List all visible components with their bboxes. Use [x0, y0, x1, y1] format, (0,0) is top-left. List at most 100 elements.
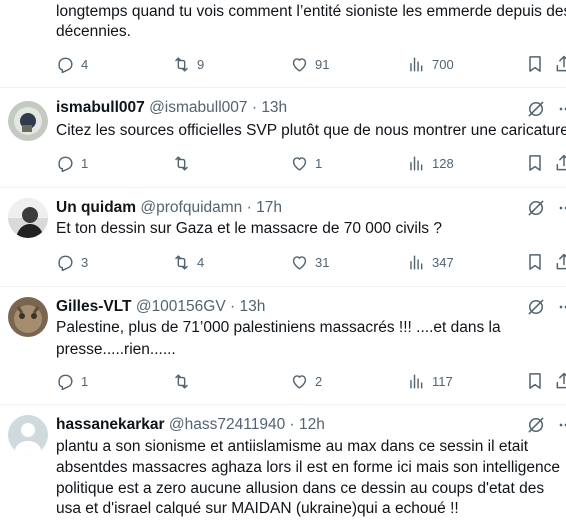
divider: [0, 286, 566, 287]
repost-icon: [175, 373, 188, 389]
tweet-header: Un quidam @profquidamn · 17h: [56, 198, 282, 218]
tweet-text-line: Palestine, plus de 71’000 palestiniens m…: [56, 319, 501, 336]
author-handle[interactable]: @ismabull007: [149, 99, 247, 116]
grok-icon[interactable]: [526, 99, 546, 119]
reply-button[interactable]: 1: [56, 153, 88, 173]
views-icon: [410, 373, 423, 389]
more-icon[interactable]: [556, 99, 566, 119]
tweet-time[interactable]: 17h: [256, 199, 282, 216]
reply-icon: [58, 156, 73, 172]
tweet-text-line: Et ton dessin sur Gaza et le massacre de…: [56, 220, 442, 237]
share-icon[interactable]: [554, 153, 566, 173]
tweet-time[interactable]: 12h: [299, 416, 325, 433]
repost-button[interactable]: 4: [172, 252, 204, 272]
like-button[interactable]: 91: [290, 54, 329, 74]
share-icon[interactable]: [554, 252, 566, 272]
views-count: 117: [432, 373, 453, 389]
like-count: 2: [315, 373, 323, 389]
bookmark-icon[interactable]: [525, 252, 545, 272]
views-count: 347: [432, 254, 454, 270]
separator-dot: ·: [251, 99, 257, 116]
heart-icon: [292, 156, 307, 171]
views-button[interactable]: 700: [407, 54, 454, 74]
heart-icon: [292, 255, 307, 270]
repost-icon: [175, 254, 188, 270]
repost-count: 9: [197, 56, 205, 72]
repost-icon: [175, 56, 188, 72]
separator-dot: ·: [246, 199, 252, 216]
like-count: 91: [315, 56, 330, 72]
repost-button[interactable]: [172, 153, 197, 173]
tweet-header: hassanekarkar @hass72411940 · 12h: [56, 415, 325, 435]
grok-icon[interactable]: [526, 415, 546, 435]
bookmark-icon[interactable]: [525, 54, 545, 74]
more-icon[interactable]: [556, 415, 566, 435]
tweet-text-line: absentdes massacres aghaza lors il est e…: [56, 459, 560, 476]
repost-count: 4: [197, 254, 205, 270]
separator-dot: ·: [230, 298, 236, 315]
separator-dot: ·: [289, 416, 295, 433]
author-handle[interactable]: @profquidamn: [140, 199, 242, 216]
tweet-text-line: presse.....rien......: [56, 341, 176, 358]
share-icon[interactable]: [554, 54, 566, 74]
tweet-header: ismabull007 @ismabull007 · 13h: [56, 98, 287, 118]
more-icon[interactable]: [556, 297, 566, 317]
avatar[interactable]: [8, 198, 48, 238]
reply-button[interactable]: 4: [56, 54, 88, 74]
divider: [0, 187, 566, 188]
tweet-text-line: plantu a son sionisme et antiislamisme a…: [56, 438, 529, 455]
reply-count: 3: [81, 254, 89, 270]
author-name[interactable]: Un quidam: [56, 199, 136, 216]
reply-button[interactable]: 3: [56, 252, 88, 272]
author-name[interactable]: Gilles-VLT: [56, 298, 132, 315]
bookmark-icon[interactable]: [525, 153, 545, 173]
reply-count: 4: [81, 56, 89, 72]
grok-icon[interactable]: [526, 198, 546, 218]
tweet-time[interactable]: 13h: [239, 298, 265, 315]
author-name[interactable]: ismabull007: [56, 99, 145, 116]
heart-icon: [292, 57, 307, 72]
repost-button[interactable]: [172, 371, 197, 391]
views-icon: [410, 254, 423, 270]
views-icon: [410, 155, 423, 171]
avatar[interactable]: [8, 297, 48, 337]
grok-icon[interactable]: [526, 297, 546, 317]
tweet-text-line: longtemps quand tu vois comment l’entité…: [56, 3, 566, 20]
like-count: 31: [315, 254, 330, 270]
heart-icon: [292, 374, 307, 389]
like-button[interactable]: 2: [290, 371, 322, 391]
tweet-header: Gilles-VLT @100156GV · 13h: [56, 297, 265, 317]
like-button[interactable]: 1: [290, 153, 322, 173]
more-icon[interactable]: [556, 198, 566, 218]
tweet-text-line: usa et d'israel calqué sur MAIDAN (ukrai…: [56, 500, 459, 517]
like-button[interactable]: 31: [290, 252, 329, 272]
reply-count: 1: [81, 155, 89, 171]
reply-icon: [58, 374, 73, 390]
like-count: 1: [315, 155, 323, 171]
author-handle[interactable]: @hass72411940: [169, 416, 285, 433]
reply-count: 1: [81, 373, 89, 389]
views-count: 128: [432, 155, 454, 171]
divider: [0, 404, 566, 405]
divider: [0, 87, 566, 88]
reply-button[interactable]: 1: [56, 371, 88, 391]
tweet-time[interactable]: 13h: [261, 99, 287, 116]
tweet-text-line: décennies.: [56, 23, 131, 40]
views-count: 700: [432, 56, 454, 72]
repost-icon: [175, 155, 188, 171]
avatar[interactable]: [8, 101, 48, 141]
reply-icon: [58, 255, 73, 271]
bookmark-icon[interactable]: [525, 371, 545, 391]
tweet-text-line: politique est a zero aucune allusion dan…: [56, 480, 545, 497]
reply-icon: [58, 57, 73, 73]
views-icon: [410, 56, 423, 72]
views-button[interactable]: 347: [407, 252, 454, 272]
avatar[interactable]: [8, 415, 48, 455]
author-handle[interactable]: @100156GV: [136, 298, 226, 315]
repost-button[interactable]: 9: [172, 54, 204, 74]
views-button[interactable]: 128: [407, 153, 454, 173]
views-button[interactable]: 117: [407, 371, 453, 391]
share-icon[interactable]: [554, 371, 566, 391]
author-name[interactable]: hassanekarkar: [56, 416, 165, 433]
tweet-text-line: Citez les sources officielles SVP plutôt…: [56, 122, 566, 139]
